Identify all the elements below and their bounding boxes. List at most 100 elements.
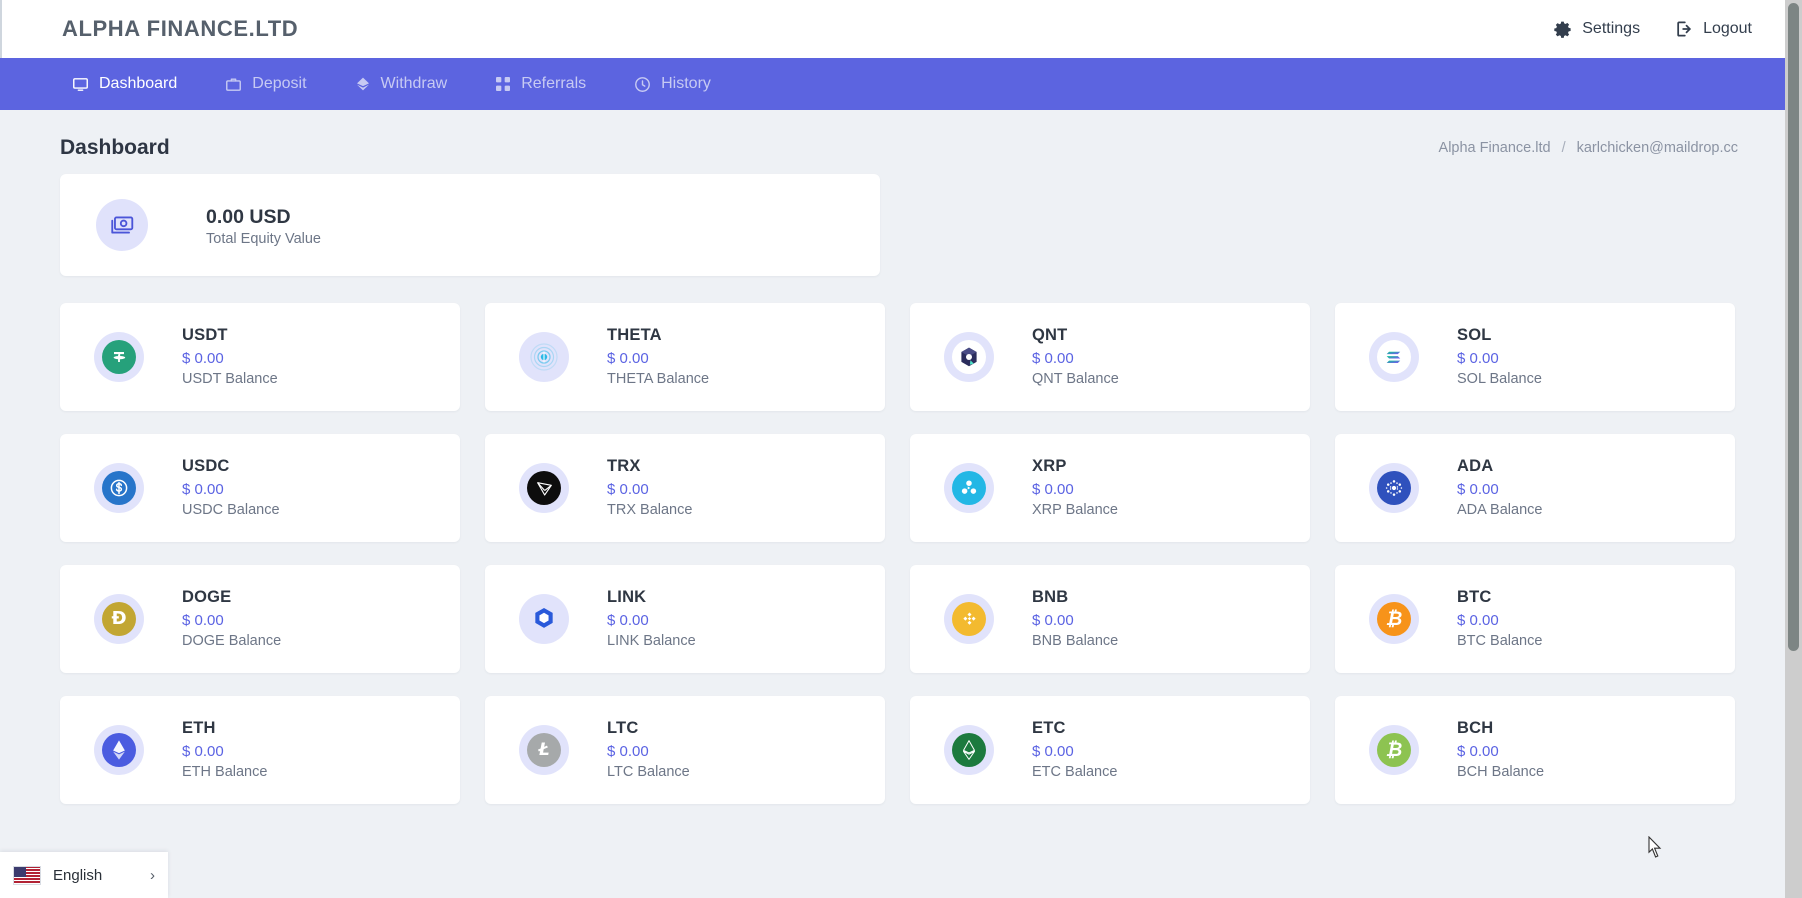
- coin-icon-wrapper: [944, 594, 994, 644]
- coin-label: TRX Balance: [607, 502, 693, 519]
- coin-symbol: LTC: [607, 719, 639, 738]
- ada-icon: [1377, 471, 1411, 505]
- coin-card-bnb[interactable]: BNB $ 0.00 BNB Balance: [910, 565, 1310, 673]
- nav-item-dashboard[interactable]: Dashboard: [72, 58, 177, 110]
- logout-button[interactable]: Logout: [1674, 19, 1752, 39]
- settings-label: Settings: [1582, 20, 1641, 37]
- breadcrumb: Alpha Finance.ltd / karlchicken@maildrop…: [1439, 140, 1738, 156]
- coin-icon-wrapper: [944, 725, 994, 775]
- coin-symbol: SOL: [1457, 326, 1492, 345]
- coin-card-bch[interactable]: ₿ BCH $ 0.00 BCH Balance: [1335, 696, 1735, 804]
- mouse-cursor: [1648, 835, 1664, 860]
- dashboard-page: ALPHA FINANCE.LTD Settings Logout Dashbo…: [0, 0, 1802, 898]
- coin-amount: $ 0.00: [607, 480, 649, 498]
- coin-label: LTC Balance: [607, 764, 690, 781]
- link-icon: [527, 602, 561, 636]
- btc-icon: ₿: [1377, 602, 1411, 636]
- equity-label: Total Equity Value: [206, 231, 321, 248]
- coin-icon-wrapper: [94, 463, 144, 513]
- coin-card-ltc[interactable]: Ł LTC $ 0.00 LTC Balance: [485, 696, 885, 804]
- nav-item-history[interactable]: History: [634, 58, 711, 110]
- money-stack-icon: [96, 199, 148, 251]
- scrollbar-thumb[interactable]: [1788, 3, 1799, 651]
- coin-info: LTC $ 0.00 LTC Balance: [607, 717, 690, 782]
- coin-label: QNT Balance: [1032, 371, 1119, 388]
- language-label: English: [53, 866, 103, 884]
- window-left-edge: [0, 0, 2, 58]
- coin-card-usdt[interactable]: USDT $ 0.00 USDT Balance: [60, 303, 460, 411]
- nav-label: Referrals: [521, 75, 587, 92]
- etc-icon: [952, 733, 986, 767]
- coin-amount: $ 0.00: [182, 742, 224, 760]
- coin-symbol: XRP: [1032, 457, 1067, 476]
- coin-label: ETH Balance: [182, 764, 268, 781]
- coin-icon-wrapper: [519, 463, 569, 513]
- coin-amount: $ 0.00: [1457, 611, 1499, 629]
- nav-item-deposit[interactable]: Deposit: [225, 58, 307, 110]
- coin-info: BTC $ 0.00 BTC Balance: [1457, 586, 1542, 651]
- coin-label: THETA Balance: [607, 371, 710, 388]
- coin-amount: $ 0.00: [182, 349, 224, 367]
- settings-button[interactable]: Settings: [1554, 20, 1640, 39]
- top-header: ALPHA FINANCE.LTD Settings Logout: [0, 0, 1802, 58]
- monitor-icon: [72, 76, 89, 93]
- coin-card-etc[interactable]: ETC $ 0.00 ETC Balance: [910, 696, 1310, 804]
- chevron-right-icon: ›: [150, 866, 155, 884]
- briefcase-icon: [225, 76, 242, 93]
- breadcrumb-separator: /: [1561, 140, 1566, 156]
- coin-info: USDC $ 0.00 USDC Balance: [182, 455, 280, 520]
- coin-card-usdc[interactable]: USDC $ 0.00 USDC Balance: [60, 434, 460, 542]
- usdc-icon: [102, 471, 136, 505]
- total-equity-card: 0.00 USD Total Equity Value: [60, 174, 880, 276]
- coin-symbol: BCH: [1457, 719, 1494, 738]
- coin-symbol: BTC: [1457, 588, 1492, 607]
- language-selector[interactable]: English ›: [0, 852, 168, 898]
- coin-info: QNT $ 0.00 QNT Balance: [1032, 324, 1119, 389]
- logout-icon: [1674, 19, 1694, 39]
- bch-icon: ₿: [1377, 733, 1411, 767]
- coin-card-xrp[interactable]: XRP $ 0.00 XRP Balance: [910, 434, 1310, 542]
- coin-amount: $ 0.00: [1032, 742, 1074, 760]
- nav-label: Withdraw: [380, 75, 448, 92]
- coin-card-ada[interactable]: ADA $ 0.00 ADA Balance: [1335, 434, 1735, 542]
- breadcrumb-current: karlchicken@maildrop.cc: [1576, 140, 1738, 156]
- coin-amount: $ 0.00: [182, 611, 224, 629]
- diamond-icon: [355, 76, 371, 92]
- coin-label: ADA Balance: [1457, 502, 1543, 519]
- coin-card-btc[interactable]: ₿ BTC $ 0.00 BTC Balance: [1335, 565, 1735, 673]
- coin-amount: $ 0.00: [182, 480, 224, 498]
- vertical-scrollbar[interactable]: [1785, 0, 1802, 898]
- coin-card-qnt[interactable]: QNT $ 0.00 QNT Balance: [910, 303, 1310, 411]
- coin-card-doge[interactable]: Ð DOGE $ 0.00 DOGE Balance: [60, 565, 460, 673]
- nav-item-withdraw[interactable]: Withdraw: [355, 58, 448, 110]
- coin-symbol: ETH: [182, 719, 216, 738]
- coin-label: ETC Balance: [1032, 764, 1118, 781]
- coin-info: ETH $ 0.00 ETH Balance: [182, 717, 267, 782]
- coin-card-link[interactable]: LINK $ 0.00 LINK Balance: [485, 565, 885, 673]
- coin-info: SOL $ 0.00 SOL Balance: [1457, 324, 1542, 389]
- coin-card-sol[interactable]: SOL $ 0.00 SOL Balance: [1335, 303, 1735, 411]
- header-actions: Settings Logout: [1554, 19, 1776, 39]
- coin-card-trx[interactable]: TRX $ 0.00 TRX Balance: [485, 434, 885, 542]
- coin-icon-wrapper: ₿: [1369, 725, 1419, 775]
- equity-amount: 0.00 USD: [206, 205, 291, 228]
- coin-icon-wrapper: [1369, 463, 1419, 513]
- breadcrumb-root[interactable]: Alpha Finance.ltd: [1439, 140, 1551, 156]
- trx-icon: [527, 471, 561, 505]
- doge-icon: Ð: [102, 602, 136, 636]
- coin-label: USDT Balance: [182, 371, 278, 388]
- coin-info: TRX $ 0.00 TRX Balance: [607, 455, 692, 520]
- coin-icon-wrapper: [944, 463, 994, 513]
- coin-amount: $ 0.00: [607, 611, 649, 629]
- coin-label: USDC Balance: [182, 502, 280, 519]
- coin-amount: $ 0.00: [1032, 349, 1074, 367]
- coin-card-theta[interactable]: THETA $ 0.00 THETA Balance: [485, 303, 885, 411]
- coin-info: USDT $ 0.00 USDT Balance: [182, 324, 278, 389]
- coin-amount: $ 0.00: [607, 742, 649, 760]
- coin-label: BTC Balance: [1457, 633, 1543, 650]
- xrp-icon: [952, 471, 986, 505]
- page-title: Dashboard: [60, 136, 170, 159]
- coin-card-eth[interactable]: ETH $ 0.00 ETH Balance: [60, 696, 460, 804]
- coin-icon-wrapper: [1369, 332, 1419, 382]
- nav-item-referrals[interactable]: Referrals: [495, 58, 586, 110]
